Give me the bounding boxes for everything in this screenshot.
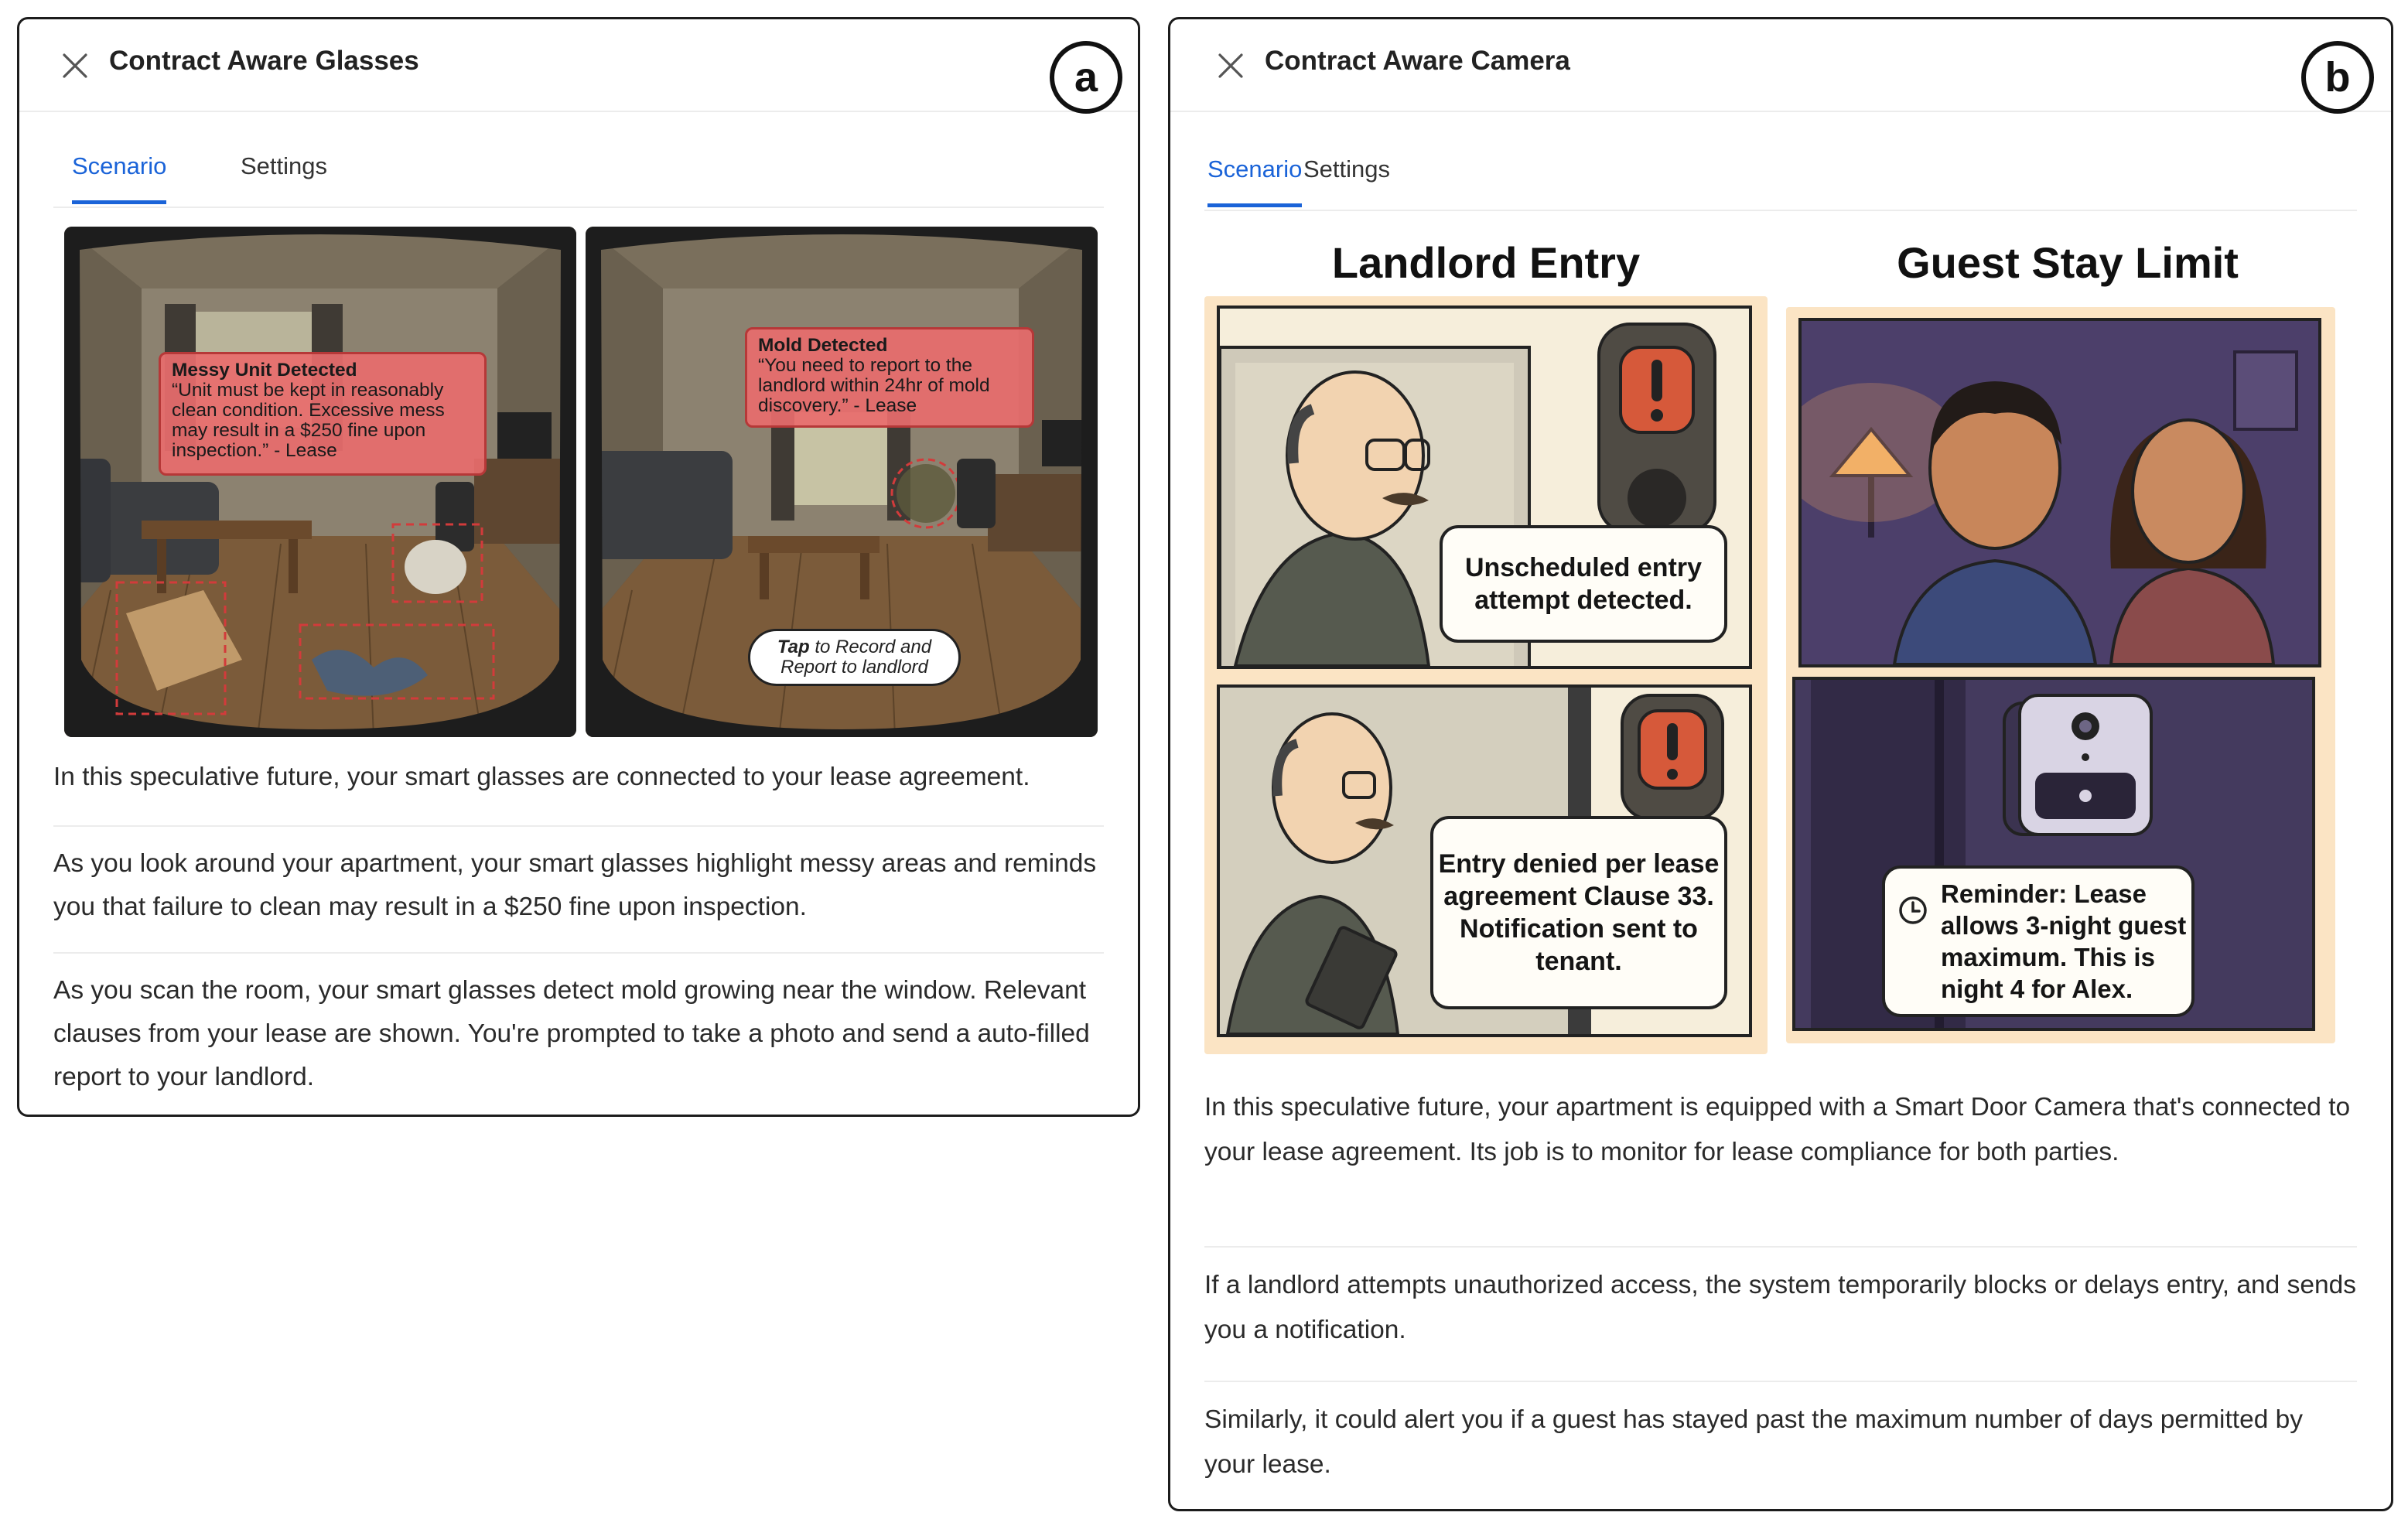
divider: [53, 825, 1104, 827]
tap-rest-2: Report to landlord: [780, 657, 928, 678]
paragraph-3: As you scan the room, your smart glasses…: [53, 976, 1090, 1091]
panel-contract-aware-glasses: Contract Aware Glasses a Scenario Settin…: [17, 17, 1140, 1117]
messy-room-illustration: [64, 227, 576, 737]
callout-mold: Mold Detected “You need to report to the…: [745, 327, 1034, 428]
tab-scenario[interactable]: Scenario: [1207, 155, 1303, 207]
panel-header: Contract Aware Camera b: [1170, 19, 2391, 114]
clock-icon: [1899, 896, 1927, 924]
tab-scenario[interactable]: Scenario: [72, 152, 167, 204]
paragraph-2: If a landlord attempts unauthorized acce…: [1204, 1271, 2356, 1344]
paragraph-3: Similarly, it could alert you if a guest…: [1204, 1405, 2304, 1479]
reminder-text: Reminder: Lease allows 3-night guest max…: [1941, 879, 2187, 1003]
tap-record-button[interactable]: Tap to Record and Report to landlord: [748, 629, 961, 686]
speech-bubble-unscheduled: Unscheduled entry attempt detected.: [1440, 525, 1727, 643]
close-icon[interactable]: [1214, 49, 1248, 83]
tenant-and-guest-illustration: [1802, 321, 2318, 664]
tab-settings[interactable]: Settings: [1303, 155, 1390, 203]
panel-header: Contract Aware Glasses a: [19, 19, 1138, 114]
divider: [1204, 1246, 2357, 1248]
scene-mold: Mold Detected “You need to report to the…: [586, 227, 1098, 737]
panel-badge: b: [2301, 41, 2374, 114]
paragraph-1: In this speculative future, your smart g…: [53, 763, 1030, 791]
comic-frame-3: [1798, 318, 2321, 667]
paragraph-2: As you look around your apartment, your …: [53, 849, 1097, 921]
callout-title: Mold Detected: [758, 335, 888, 356]
tap-rest-1: to Record and: [809, 637, 932, 657]
callout-messy-unit: Messy Unit Detected “Unit must be kept i…: [159, 352, 487, 476]
tap-label: Tap: [777, 637, 810, 657]
comic-landlord-entry: Unscheduled entry attempt detected. Entr…: [1204, 296, 1768, 1054]
divider: [1204, 1381, 2357, 1382]
callout-body: “Unit must be kept in reasonably clean c…: [172, 380, 445, 461]
comic-frame-1: Unscheduled entry attempt detected.: [1217, 306, 1752, 669]
comic-heading-guest-stay-limit: Guest Stay Limit: [1897, 238, 2239, 287]
comic-guest-stay-limit: Reminder: Lease allows 3-night guest max…: [1786, 307, 2335, 1043]
speech-bubble-entry-denied: Entry denied per lease agreement Clause …: [1430, 816, 1727, 1009]
comic-frame-4: Reminder: Lease allows 3-night guest max…: [1792, 677, 2315, 1031]
divider: [53, 952, 1104, 954]
scene-messy-unit: Messy Unit Detected “Unit must be kept i…: [64, 227, 576, 737]
panel-badge: a: [1050, 41, 1122, 114]
tab-settings[interactable]: Settings: [241, 152, 327, 200]
panel-title: Contract Aware Camera: [1265, 46, 1570, 76]
panel-contract-aware-camera: Contract Aware Camera b Scenario Setting…: [1168, 17, 2393, 1511]
comic-heading-landlord-entry: Landlord Entry: [1331, 238, 1641, 287]
callout-body: “You need to report to the landlord with…: [758, 355, 990, 416]
paragraph-1: In this speculative future, your apartme…: [1204, 1093, 2351, 1166]
panel-title: Contract Aware Glasses: [109, 46, 419, 76]
speech-bubble-guest-reminder: Reminder: Lease allows 3-night guest max…: [1882, 865, 2195, 1017]
close-icon[interactable]: [58, 49, 92, 83]
callout-title: Messy Unit Detected: [172, 360, 357, 381]
comic-frame-2: Entry denied per lease agreement Clause …: [1217, 684, 1752, 1037]
tab-bar: Scenario Settings: [1204, 137, 2357, 211]
tab-bar: Scenario Settings: [53, 134, 1104, 208]
